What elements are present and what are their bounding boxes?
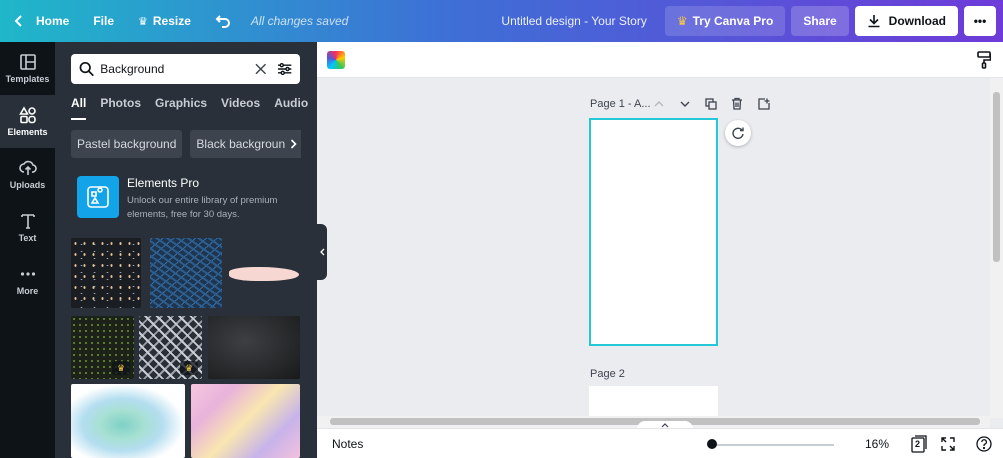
templates-icon — [19, 54, 36, 70]
search-icon — [79, 61, 94, 77]
notes-button[interactable]: Notes — [332, 437, 363, 451]
resize-button[interactable]: ♛ Resize — [126, 0, 203, 42]
page-1-canvas[interactable] — [589, 118, 718, 346]
design-title[interactable]: Untitled design - Your Story — [501, 14, 646, 28]
try-pro-label: Try Canva Pro — [692, 14, 774, 28]
save-status: All changes saved — [250, 14, 349, 28]
add-page-icon[interactable] — [758, 98, 770, 110]
page-count-button[interactable]: 2 — [911, 435, 927, 456]
chevron-up-icon[interactable] — [654, 101, 664, 107]
premium-badge: ♛ — [112, 361, 130, 375]
more-dots-icon — [20, 272, 35, 276]
rail-label: Text — [18, 233, 37, 243]
elements-pro-icon — [77, 176, 119, 218]
download-icon — [868, 15, 880, 28]
tab-photos[interactable]: Photos — [100, 96, 141, 120]
page-1-label[interactable]: Page 1 - A... — [590, 98, 651, 110]
promo-text: Elements Pro Unlock our entire library o… — [127, 176, 307, 222]
result-thumbnail[interactable] — [191, 384, 300, 458]
promo-description: Unlock our entire library of premium ele… — [127, 195, 278, 220]
chevron-left-icon — [14, 15, 22, 27]
chevron-left-icon — [319, 248, 324, 256]
paint-roller-icon[interactable] — [977, 51, 991, 69]
help-icon[interactable] — [976, 436, 992, 452]
editor-toolbar — [317, 42, 1003, 78]
try-canva-pro-button[interactable]: ♛ Try Canva Pro — [664, 6, 786, 36]
zoom-level[interactable]: 16% — [865, 437, 889, 451]
rail-label: Uploads — [9, 180, 46, 190]
result-thumbnail[interactable] — [71, 384, 185, 458]
search-input[interactable] — [100, 62, 256, 76]
chevron-right-icon — [290, 139, 297, 149]
filter-icon[interactable] — [277, 62, 292, 76]
rail-label: Templates — [5, 74, 50, 84]
premium-badge: ♛ — [180, 361, 198, 375]
suggestion-chips: Pastel background Black background Bl — [71, 130, 301, 158]
chips-next-button[interactable] — [285, 130, 301, 158]
home-button[interactable]: Home — [0, 0, 81, 42]
elements-pro-promo[interactable]: Elements Pro Unlock our entire library o… — [77, 176, 307, 222]
page-count: 2 — [915, 439, 921, 449]
share-button[interactable]: Share — [791, 6, 849, 36]
rail-item-text[interactable]: Text — [0, 201, 55, 254]
category-tabs: All Photos Graphics Videos Audio — [71, 96, 317, 120]
rail-item-templates[interactable]: Templates — [0, 42, 55, 95]
undo-icon — [215, 15, 230, 28]
left-rail: Templates Elements Uploads Text More — [0, 42, 55, 458]
vertical-scrollbar-thumb[interactable] — [993, 92, 1000, 262]
crown-icon: ♛ — [116, 362, 126, 373]
page-2-label[interactable]: Page 2 — [590, 368, 625, 380]
elements-icon — [18, 106, 36, 124]
rail-item-uploads[interactable]: Uploads — [0, 148, 55, 201]
download-button[interactable]: Download — [854, 6, 958, 36]
result-thumbnail[interactable] — [150, 238, 222, 308]
tab-videos[interactable]: Videos — [221, 96, 260, 120]
chip-pastel-background[interactable]: Pastel background — [71, 130, 183, 158]
tab-all[interactable]: All — [71, 96, 87, 120]
home-label: Home — [36, 14, 70, 28]
promo-title: Elements Pro — [127, 176, 200, 190]
search-box — [71, 54, 300, 84]
clear-icon[interactable] — [255, 63, 267, 75]
rail-item-more[interactable]: More — [0, 254, 55, 307]
pink-brush-stroke — [229, 267, 299, 281]
download-label: Download — [888, 14, 946, 28]
tab-graphics[interactable]: Graphics — [155, 96, 207, 120]
page-2-canvas[interactable] — [589, 386, 718, 416]
more-options-button[interactable]: ••• — [964, 6, 996, 36]
canva-editor: Home File ♛ Resize All changes saved Unt… — [0, 0, 1003, 458]
crown-icon: ♛ — [138, 15, 148, 28]
result-thumbnail[interactable]: ♛ — [139, 316, 202, 379]
chevron-down-icon[interactable] — [680, 101, 690, 107]
rail-label: Elements — [7, 127, 48, 137]
result-thumbnail[interactable] — [71, 238, 141, 308]
text-icon — [20, 214, 35, 229]
chip-black-background[interactable]: Black background — [190, 130, 298, 158]
resize-label: Resize — [152, 14, 191, 28]
delete-page-icon[interactable] — [731, 97, 743, 110]
crown-icon: ♛ — [676, 14, 688, 28]
elements-panel: All Photos Graphics Videos Audio Pastel … — [55, 42, 317, 458]
collapse-panel-button[interactable] — [317, 224, 327, 280]
fullscreen-icon[interactable] — [941, 437, 955, 451]
rail-item-elements[interactable]: Elements — [0, 95, 55, 148]
refresh-icon — [732, 127, 744, 139]
zoom-slider-handle[interactable] — [707, 439, 717, 449]
zoom-slider-track[interactable] — [712, 444, 834, 446]
top-bar: Home File ♛ Resize All changes saved Unt… — [0, 0, 1003, 42]
result-thumbnail[interactable] — [229, 264, 299, 284]
result-thumbnail[interactable]: ♛ — [71, 316, 134, 379]
result-thumbnail[interactable] — [208, 316, 300, 379]
uploads-icon — [18, 160, 37, 175]
file-menu-button[interactable]: File — [81, 0, 126, 42]
undo-button[interactable] — [203, 0, 243, 42]
duplicate-page-icon[interactable] — [705, 98, 717, 110]
rail-label: More — [16, 286, 39, 296]
regenerate-button[interactable] — [725, 120, 751, 146]
color-picker-icon[interactable] — [327, 51, 345, 69]
bottom-bar: Notes 16% 2 — [317, 428, 1003, 458]
crown-icon: ♛ — [184, 362, 194, 373]
tab-audio[interactable]: Audio — [274, 96, 308, 120]
